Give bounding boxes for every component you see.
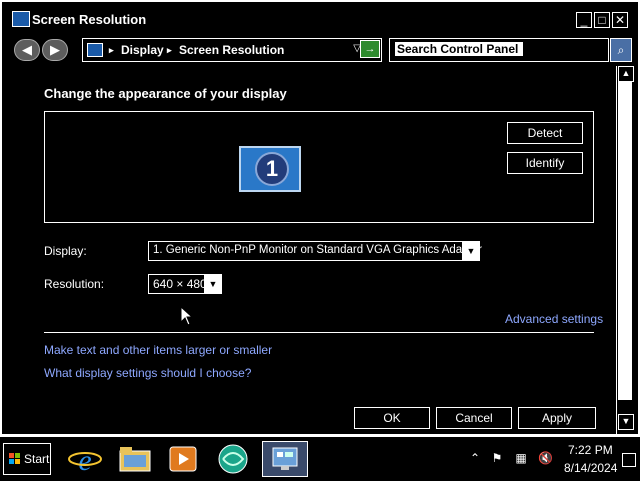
refresh-icon[interactable]: → xyxy=(360,40,380,58)
scrollbar-thumb[interactable] xyxy=(618,82,632,400)
control-panel-icon xyxy=(87,43,103,57)
screen-resolution-window: Screen Resolution _ □ ✕ ◀ ▶ ▸ Display ▸ … xyxy=(0,0,640,436)
resolution-label: Resolution: xyxy=(44,277,105,291)
text-size-link[interactable]: Make text and other items larger or smal… xyxy=(44,343,272,357)
search-input[interactable]: Search Control Panel xyxy=(389,38,609,62)
maximize-button[interactable]: □ xyxy=(594,12,610,28)
minimize-button[interactable]: _ xyxy=(576,12,592,28)
breadcrumb-screen-resolution[interactable]: Screen Resolution xyxy=(179,43,284,57)
mouse-cursor-icon xyxy=(180,306,194,326)
vertical-scrollbar[interactable]: ▲ ▼ xyxy=(616,66,635,434)
identify-button[interactable]: Identify xyxy=(507,152,583,174)
control-panel-icon[interactable] xyxy=(262,441,308,477)
monitor-number: 1 xyxy=(255,152,289,186)
monitor-preview-area: 1 Detect Identify xyxy=(44,111,594,223)
breadcrumb-separator-icon[interactable]: ▸ xyxy=(167,45,172,56)
search-icon[interactable]: ⌕ xyxy=(610,38,632,62)
address-bar[interactable]: ▸ Display ▸ Screen Resolution ▽ xyxy=(82,38,382,62)
forward-arrow-icon[interactable]: ▶ xyxy=(42,39,68,61)
search-placeholder: Search Control Panel xyxy=(395,42,523,56)
page-title: Change the appearance of your display xyxy=(44,86,287,101)
display-help-link[interactable]: What display settings should I choose? xyxy=(44,366,251,380)
browser-globe-icon[interactable] xyxy=(214,441,252,477)
start-button[interactable]: Start xyxy=(3,443,51,475)
start-label: Start xyxy=(24,452,50,466)
control-panel-app-icon xyxy=(12,11,30,27)
scroll-up-icon[interactable]: ▲ xyxy=(618,66,634,82)
back-arrow-icon[interactable]: ◀ xyxy=(14,39,40,61)
file-explorer-icon[interactable] xyxy=(116,441,154,477)
address-toolbar: ◀ ▶ ▸ Display ▸ Screen Resolution ▽ → Se… xyxy=(2,36,638,66)
system-tray: ⌃ ⚑ ▦ 🔇 7:22 PM 8/14/2024 xyxy=(464,437,640,481)
show-hidden-icons-icon[interactable]: ⌃ xyxy=(468,451,482,465)
breadcrumb-separator-icon[interactable]: ▸ xyxy=(109,45,114,56)
chevron-down-icon[interactable]: ▼ xyxy=(462,242,479,260)
taskbar: Start e ⌃ ⚑ ▦ 🔇 7:22 PM 8/14/2024 xyxy=(0,436,640,481)
network-icon[interactable]: ▦ xyxy=(514,451,528,465)
ok-button[interactable]: OK xyxy=(354,407,430,429)
chevron-down-icon[interactable]: ▼ xyxy=(204,275,221,293)
svg-text:e: e xyxy=(78,444,91,477)
content-area: Change the appearance of your display 1 … xyxy=(2,66,616,434)
breadcrumb-display[interactable]: Display xyxy=(121,43,164,57)
resolution-select[interactable]: 640 × 480 ▼ xyxy=(148,274,222,294)
show-desktop-button[interactable] xyxy=(622,453,636,467)
cancel-button[interactable]: Cancel xyxy=(436,407,512,429)
detect-button[interactable]: Detect xyxy=(507,122,583,144)
window-title: Screen Resolution xyxy=(32,12,147,27)
divider xyxy=(44,332,594,333)
action-center-flag-icon[interactable]: ⚑ xyxy=(490,451,504,465)
scroll-down-icon[interactable]: ▼ xyxy=(618,414,634,430)
title-bar[interactable]: Screen Resolution _ □ ✕ xyxy=(2,2,638,37)
close-button[interactable]: ✕ xyxy=(612,12,628,28)
windows-flag-icon xyxy=(9,453,21,465)
clock-date[interactable]: 8/14/2024 xyxy=(564,461,617,475)
apply-button[interactable]: Apply xyxy=(518,407,596,429)
internet-explorer-icon[interactable]: e xyxy=(66,441,104,477)
volume-muted-icon[interactable]: 🔇 xyxy=(538,451,553,465)
display-select[interactable]: 1. Generic Non-PnP Monitor on Standard V… xyxy=(148,241,482,261)
resolution-select-value: 640 × 480 xyxy=(153,277,207,291)
media-player-icon[interactable] xyxy=(164,441,202,477)
advanced-settings-link[interactable]: Advanced settings xyxy=(505,312,603,326)
display-label: Display: xyxy=(44,244,87,258)
monitor-1-icon[interactable]: 1 xyxy=(239,146,301,192)
clock-time[interactable]: 7:22 PM xyxy=(568,443,613,457)
display-select-value: 1. Generic Non-PnP Monitor on Standard V… xyxy=(153,244,482,256)
